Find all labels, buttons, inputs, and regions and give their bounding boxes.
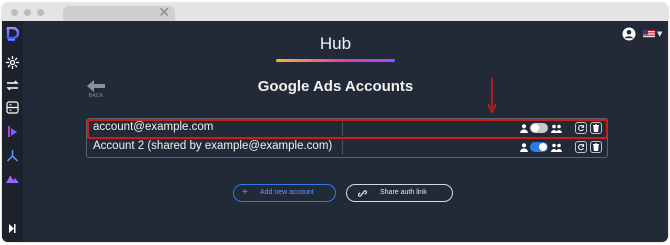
sidebar	[2, 21, 23, 242]
share-auth-link-label: Share auth link	[380, 189, 427, 196]
window-close-dot[interactable]	[11, 9, 18, 16]
refresh-button[interactable]	[575, 141, 587, 153]
main-content: ▼ Hub BACK Google Ads Accounts account@e…	[23, 21, 668, 242]
sync-icon[interactable]	[5, 78, 20, 93]
add-account-label: Add new account	[260, 189, 314, 196]
tab-close-icon[interactable]: ✕	[158, 5, 170, 21]
brand-icon[interactable]	[5, 124, 20, 139]
locale-dropdown-icon[interactable]: ▼	[657, 30, 662, 38]
delete-button[interactable]	[590, 141, 602, 153]
expand-sidebar-icon[interactable]	[5, 221, 20, 236]
split-icon[interactable]	[5, 148, 20, 163]
app-title: Hub	[319, 34, 352, 53]
single-user-icon	[520, 143, 528, 152]
browser-tab[interactable]: ✕	[63, 5, 175, 22]
page-title: Google Ads Accounts	[257, 78, 414, 95]
share-toggle[interactable]	[530, 142, 548, 152]
link-icon	[358, 190, 367, 197]
toggle-knob	[539, 143, 547, 151]
annotation-arrow-icon	[487, 78, 497, 114]
share-auth-link-button[interactable]: Share auth link	[346, 184, 453, 202]
title-underline	[276, 59, 395, 62]
window-minimize-dot[interactable]	[24, 9, 31, 16]
browser-window: ✕ ▼ Hub BACK Google Ads Accounts account…	[2, 3, 668, 242]
account-label: Account 2 (shared by example@example.com…	[93, 140, 333, 152]
mountain-icon[interactable]	[5, 171, 20, 186]
refresh-icon	[578, 144, 585, 151]
browser-titlebar: ✕	[2, 3, 668, 22]
trash-icon	[593, 143, 599, 151]
network-icon[interactable]	[5, 55, 20, 70]
account-row[interactable]: Account 2 (shared by example@example.com…	[87, 138, 607, 157]
logo-icon[interactable]	[5, 27, 20, 42]
shared-users-icon	[551, 143, 562, 152]
add-account-button[interactable]: + Add new account	[233, 184, 336, 202]
row-divider	[342, 140, 343, 155]
highlight-box	[87, 119, 608, 139]
window-maximize-dot[interactable]	[37, 9, 44, 16]
server-icon[interactable]	[5, 100, 20, 115]
app-area: ▼ Hub BACK Google Ads Accounts account@e…	[2, 21, 668, 242]
plus-icon: +	[242, 187, 248, 198]
